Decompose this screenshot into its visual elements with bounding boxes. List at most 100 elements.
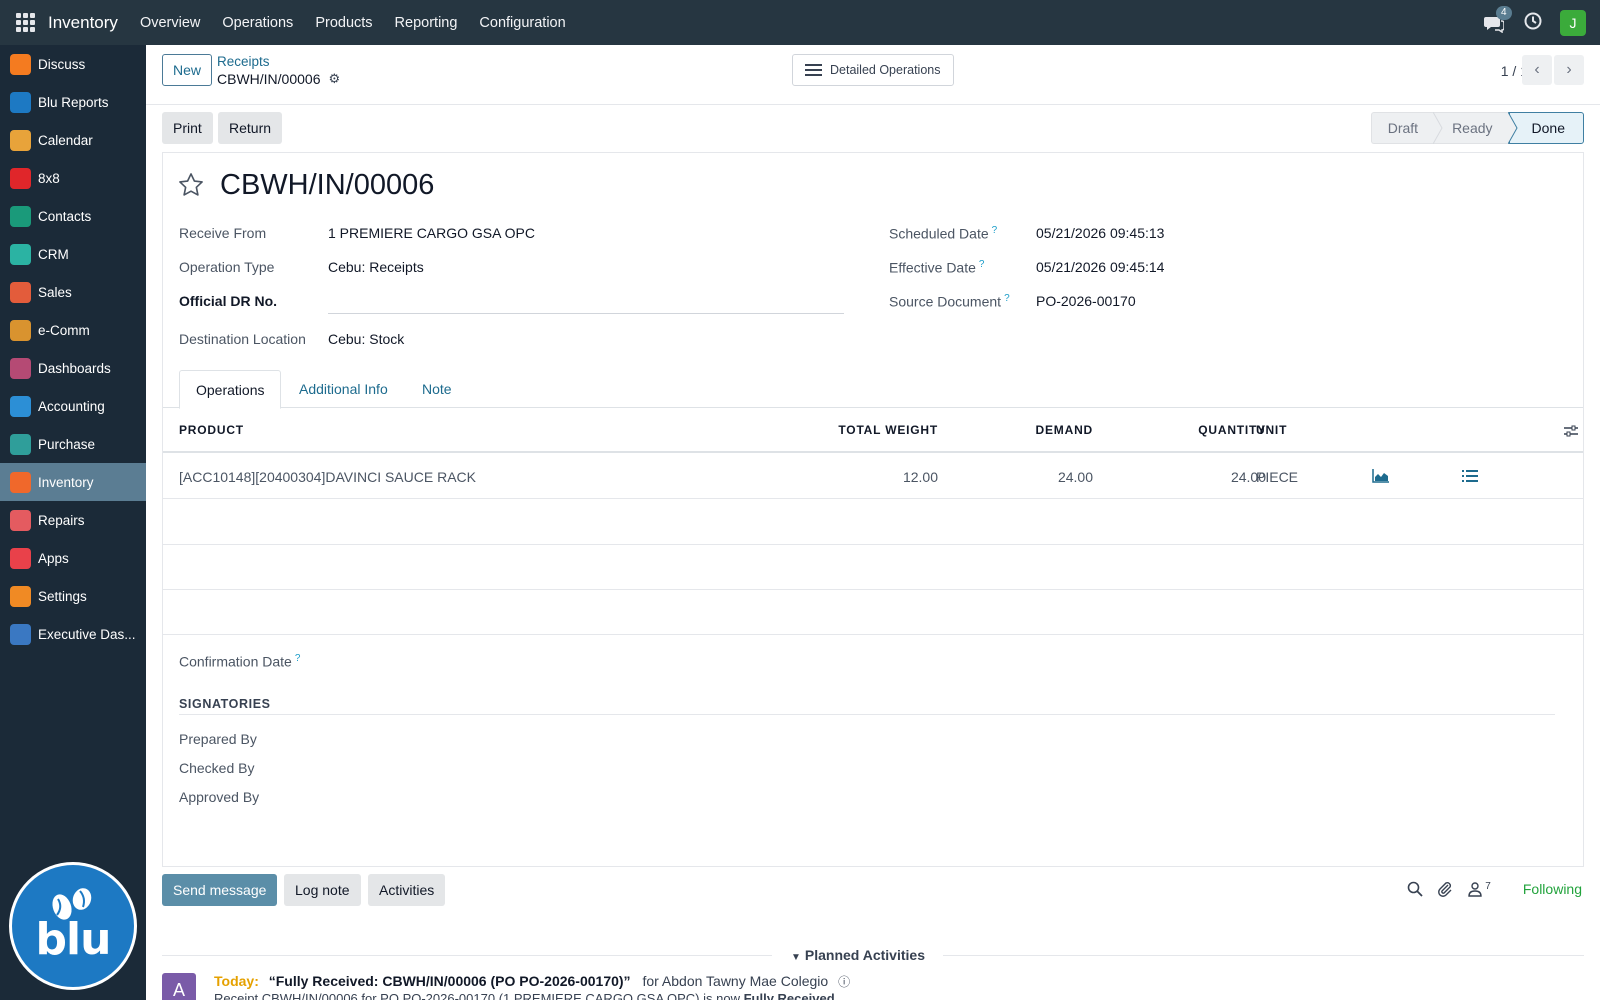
sidebar-item-8x8[interactable]: 8x8: [0, 159, 146, 197]
scheduled-date-field[interactable]: 05/21/2026 09:45:13: [1036, 225, 1164, 241]
sidebar-item-blu-reports[interactable]: Blu Reports: [0, 83, 146, 121]
sidebar-item-discuss[interactable]: Discuss: [0, 45, 146, 83]
activity-description: Receipt CBWH/IN/00006 for PO PO-2026-001…: [214, 991, 835, 1000]
row-unit[interactable]: PIECE: [1256, 469, 1298, 485]
detailed-operations-button[interactable]: Detailed Operations: [792, 54, 954, 86]
activity-avatar[interactable]: A: [162, 973, 196, 1000]
stage-ready[interactable]: Ready: [1434, 112, 1518, 144]
sidebar-item-label: Dashboards: [38, 360, 111, 376]
sidebar-item-label: Discuss: [38, 56, 86, 72]
column-total-weight[interactable]: TOTAL WEIGHT: [838, 423, 938, 437]
inventory-icon: [10, 471, 31, 493]
gear-icon[interactable]: ⚙: [328, 71, 340, 87]
chevron-left-icon[interactable]: ‹: [1522, 55, 1552, 85]
settings-icon: [10, 585, 31, 607]
stage-draft-label: Draft: [1387, 120, 1419, 136]
sidebar-item-calendar[interactable]: Calendar: [0, 121, 146, 159]
followers-button[interactable]: 7: [1467, 881, 1491, 897]
sidebar-item-apps[interactable]: Apps: [0, 539, 146, 577]
source-document-label-text: Source Document: [889, 293, 1002, 310]
app-brand[interactable]: Inventory: [48, 13, 118, 33]
column-demand[interactable]: DEMAND: [1036, 423, 1093, 437]
menu-overview[interactable]: Overview: [140, 15, 200, 31]
caret-down-icon: ▼: [791, 952, 801, 963]
stage-done[interactable]: Done: [1508, 112, 1584, 144]
table-row[interactable]: [ACC10148][20400304]DAVINCI SAUCE RACK 1…: [163, 454, 1583, 499]
activities-button[interactable]: Activities: [368, 874, 446, 906]
send-message-button[interactable]: Send message: [162, 874, 278, 906]
official-dr-input[interactable]: [328, 313, 844, 314]
help-icon[interactable]: ?: [979, 259, 985, 270]
planned-activities-toggle[interactable]: ▼ Planned Activities: [791, 947, 925, 963]
menu-configuration[interactable]: Configuration: [479, 15, 565, 31]
activity-summary: “Fully Received: CBWH/IN/00006 (PO PO-20…: [268, 973, 631, 989]
stage-draft[interactable]: Draft: [1370, 112, 1443, 144]
sidebar-item-sales[interactable]: Sales: [0, 273, 146, 311]
executive-dashboard-icon: [10, 623, 31, 645]
row-product[interactable]: [ACC10148][20400304]DAVINCI SAUCE RACK: [179, 469, 476, 485]
effective-date-label-text: Effective Date: [889, 259, 976, 276]
tab-additional-info[interactable]: Additional Info: [283, 370, 404, 408]
info-icon[interactable]: ⓘ: [838, 975, 850, 989]
sidebar-item-purchase[interactable]: Purchase: [0, 425, 146, 463]
log-note-button[interactable]: Log note: [284, 874, 361, 906]
search-icon[interactable]: [1407, 881, 1423, 897]
divider-line: [943, 955, 1584, 956]
sidebar-item-dashboards[interactable]: Dashboards: [0, 349, 146, 387]
followers-count: 7: [1485, 881, 1491, 892]
empty-table-row: [163, 500, 1583, 545]
destination-field[interactable]: Cebu: Stock: [328, 331, 404, 347]
destination-label: Destination Location: [179, 331, 306, 347]
menu-products[interactable]: Products: [315, 15, 372, 31]
help-icon[interactable]: ?: [1004, 293, 1010, 304]
calendar-icon: [10, 129, 31, 151]
sidebar-item-settings[interactable]: Settings: [0, 577, 146, 615]
paperclip-icon[interactable]: [1437, 881, 1453, 897]
row-total-weight[interactable]: 12.00: [903, 469, 938, 485]
column-settings-icon[interactable]: [1563, 423, 1579, 439]
print-button[interactable]: Print: [162, 112, 213, 144]
sidebar-item-repairs[interactable]: Repairs: [0, 501, 146, 539]
app-sidebar: Discuss Blu Reports Calendar 8x8 Contacts CRM…: [0, 45, 146, 1000]
forecast-chart-icon[interactable]: [1372, 468, 1390, 484]
source-document-field[interactable]: PO-2026-00170: [1036, 293, 1136, 309]
details-list-icon[interactable]: [1461, 468, 1479, 484]
sidebar-item-inventory[interactable]: Inventory: [0, 463, 146, 501]
activity-summary-line: Today: “Fully Received: CBWH/IN/00006 (P…: [214, 973, 850, 990]
sidebar-item-crm[interactable]: CRM: [0, 235, 146, 273]
activity-clock-icon[interactable]: [1524, 12, 1542, 33]
new-button[interactable]: New: [162, 54, 213, 86]
tab-operations[interactable]: Operations: [179, 370, 282, 409]
menu-reporting[interactable]: Reporting: [395, 15, 458, 31]
app-menu-icon[interactable]: [16, 12, 36, 33]
effective-date-field[interactable]: 05/21/2026 09:45:14: [1036, 259, 1164, 275]
messages-icon[interactable]: 4: [1484, 5, 1512, 34]
help-icon[interactable]: ?: [992, 225, 998, 236]
tab-note[interactable]: Note: [406, 370, 468, 408]
chevron-right-icon[interactable]: ›: [1554, 55, 1584, 85]
favorite-star-icon[interactable]: [177, 171, 205, 199]
breadcrumb-receipts[interactable]: Receipts: [217, 54, 270, 69]
detailed-operations-label: Detailed Operations: [830, 63, 941, 77]
operation-type-field[interactable]: Cebu: Receipts: [328, 259, 424, 275]
following-button[interactable]: Following: [1523, 881, 1582, 897]
return-button[interactable]: Return: [218, 112, 283, 144]
column-product[interactable]: PRODUCT: [179, 423, 244, 437]
help-icon[interactable]: ?: [295, 653, 301, 664]
blu-logo: blu: [9, 862, 137, 990]
sidebar-item-contacts[interactable]: Contacts: [0, 197, 146, 235]
record-title: CBWH/IN/00006: [220, 169, 435, 201]
control-panel: New Receipts CBWH/IN/00006 ⚙ Detailed Op…: [146, 45, 1600, 105]
sidebar-item-e-comm[interactable]: e-Comm: [0, 311, 146, 349]
receive-from-field[interactable]: 1 PREMIERE CARGO GSA OPC: [328, 225, 535, 241]
column-unit[interactable]: UNIT: [1256, 423, 1287, 437]
dashboards-icon: [10, 357, 31, 379]
sidebar-item-accounting[interactable]: Accounting: [0, 387, 146, 425]
sidebar-item-executive-das[interactable]: Executive Das...: [0, 615, 146, 653]
sidebar-item-label: CRM: [38, 246, 69, 262]
user-avatar[interactable]: J: [1560, 9, 1586, 36]
discuss-icon: [10, 53, 31, 75]
effective-date-label: Effective Date?: [889, 259, 984, 276]
menu-operations[interactable]: Operations: [222, 15, 293, 31]
row-demand[interactable]: 24.00: [1058, 469, 1093, 485]
